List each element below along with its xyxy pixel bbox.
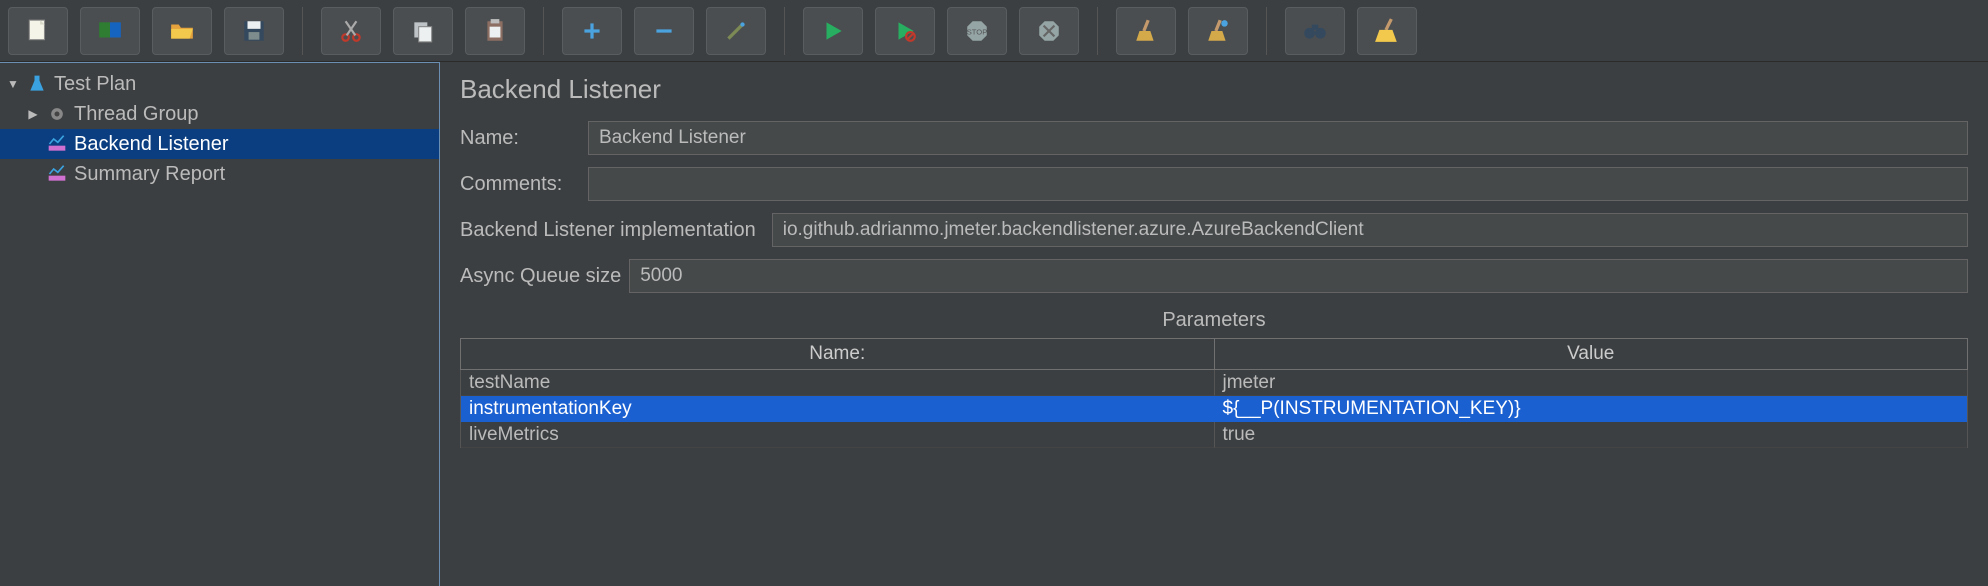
table-row[interactable]: testNamejmeter xyxy=(461,370,1967,396)
toolbar-separator xyxy=(302,7,303,55)
parameters-title: Parameters xyxy=(460,305,1968,338)
queue-input[interactable] xyxy=(629,259,1968,293)
clear-all-button[interactable] xyxy=(1188,7,1248,55)
tool-group-misc xyxy=(1285,7,1417,55)
templates-button[interactable] xyxy=(80,7,140,55)
implementation-label: Backend Listener implementation xyxy=(460,219,756,242)
broom-icon xyxy=(1133,18,1159,44)
new-file-icon xyxy=(25,18,51,44)
tool-group-clear xyxy=(1116,7,1248,55)
start-no-timers-button[interactable] xyxy=(875,7,935,55)
parameters-body: testNamejmeterinstrumentationKey${__P(IN… xyxy=(460,370,1968,448)
reset-search-button[interactable] xyxy=(1357,7,1417,55)
tree-label: Thread Group xyxy=(74,103,199,126)
open-folder-icon xyxy=(169,18,195,44)
table-row[interactable]: liveMetricstrue xyxy=(461,422,1967,448)
disclosure-closed-icon: ▶ xyxy=(26,107,40,121)
plus-icon xyxy=(579,18,605,44)
comments-label: Comments: xyxy=(460,173,580,196)
test-plan-tree[interactable]: ▼ Test Plan ▶ Thread Group Backend Liste… xyxy=(0,62,440,586)
clear-button[interactable] xyxy=(1116,7,1176,55)
stop-icon: STOP xyxy=(964,18,990,44)
editor-panel: Backend Listener Name: Comments: Backend… xyxy=(440,62,1988,586)
cut-icon xyxy=(338,18,364,44)
remove-button[interactable] xyxy=(634,7,694,55)
play-icon xyxy=(820,18,846,44)
stop-button[interactable]: STOP xyxy=(947,7,1007,55)
report-icon xyxy=(46,163,68,185)
listener-icon xyxy=(46,133,68,155)
tree-node-thread-group[interactable]: ▶ Thread Group xyxy=(0,99,439,129)
toolbar: STOP xyxy=(0,0,1988,62)
name-label: Name: xyxy=(460,127,580,150)
implementation-row: Backend Listener implementation xyxy=(460,213,1968,247)
panel-title: Backend Listener xyxy=(460,74,1968,105)
toggle-button[interactable] xyxy=(706,7,766,55)
save-button[interactable] xyxy=(224,7,284,55)
param-header-value: Value xyxy=(1215,339,1968,370)
open-button[interactable] xyxy=(152,7,212,55)
shutdown-icon xyxy=(1036,18,1062,44)
shutdown-button[interactable] xyxy=(1019,7,1079,55)
param-header-name: Name: xyxy=(461,339,1215,370)
gear-icon xyxy=(46,103,68,125)
broom-large-icon xyxy=(1374,18,1400,44)
comments-row: Comments: xyxy=(460,167,1968,201)
param-name-cell[interactable]: instrumentationKey xyxy=(461,396,1215,422)
paste-button[interactable] xyxy=(465,7,525,55)
queue-row: Async Queue size xyxy=(460,259,1968,293)
param-name-cell[interactable]: testName xyxy=(461,370,1215,396)
wand-icon xyxy=(723,18,749,44)
queue-label: Async Queue size xyxy=(460,265,621,288)
name-row: Name: xyxy=(460,121,1968,155)
tool-group-edit xyxy=(321,7,525,55)
table-row[interactable]: instrumentationKey${__P(INSTRUMENTATION_… xyxy=(461,396,1967,422)
toolbar-separator xyxy=(1097,7,1098,55)
implementation-input[interactable] xyxy=(772,213,1968,247)
binoculars-icon xyxy=(1302,18,1328,44)
tree-label: Test Plan xyxy=(54,73,136,96)
play-no-timers-icon xyxy=(892,18,918,44)
name-input[interactable] xyxy=(588,121,1968,155)
tool-group-structure xyxy=(562,7,766,55)
templates-icon xyxy=(97,18,123,44)
tree-node-test-plan[interactable]: ▼ Test Plan xyxy=(0,69,439,99)
save-icon xyxy=(241,18,267,44)
broom-all-icon xyxy=(1205,18,1231,44)
tree-label: Summary Report xyxy=(74,163,225,186)
disclosure-open-icon: ▼ xyxy=(6,77,20,91)
toolbar-separator xyxy=(543,7,544,55)
tool-group-file xyxy=(8,7,284,55)
cut-button[interactable] xyxy=(321,7,381,55)
toolbar-separator xyxy=(784,7,785,55)
parameters-header: Name: Value xyxy=(460,338,1968,370)
search-button[interactable] xyxy=(1285,7,1345,55)
param-value-cell[interactable]: jmeter xyxy=(1215,370,1968,396)
tree-node-backend-listener[interactable]: Backend Listener xyxy=(0,129,439,159)
copy-icon xyxy=(410,18,436,44)
main-split: ▼ Test Plan ▶ Thread Group Backend Liste… xyxy=(0,62,1988,586)
start-button[interactable] xyxy=(803,7,863,55)
add-button[interactable] xyxy=(562,7,622,55)
param-value-cell[interactable]: ${__P(INSTRUMENTATION_KEY)} xyxy=(1215,396,1968,422)
param-name-cell[interactable]: liveMetrics xyxy=(461,422,1215,448)
tool-group-run: STOP xyxy=(803,7,1079,55)
param-value-cell[interactable]: true xyxy=(1215,422,1968,448)
svg-text:STOP: STOP xyxy=(967,27,988,36)
parameters-section: Parameters Name: Value testNamejmeterins… xyxy=(460,305,1968,448)
new-file-button[interactable] xyxy=(8,7,68,55)
tree-node-summary-report[interactable]: Summary Report xyxy=(0,159,439,189)
toolbar-separator xyxy=(1266,7,1267,55)
tree-label: Backend Listener xyxy=(74,133,229,156)
copy-button[interactable] xyxy=(393,7,453,55)
paste-icon xyxy=(482,18,508,44)
minus-icon xyxy=(651,18,677,44)
beaker-icon xyxy=(26,73,48,95)
comments-input[interactable] xyxy=(588,167,1968,201)
